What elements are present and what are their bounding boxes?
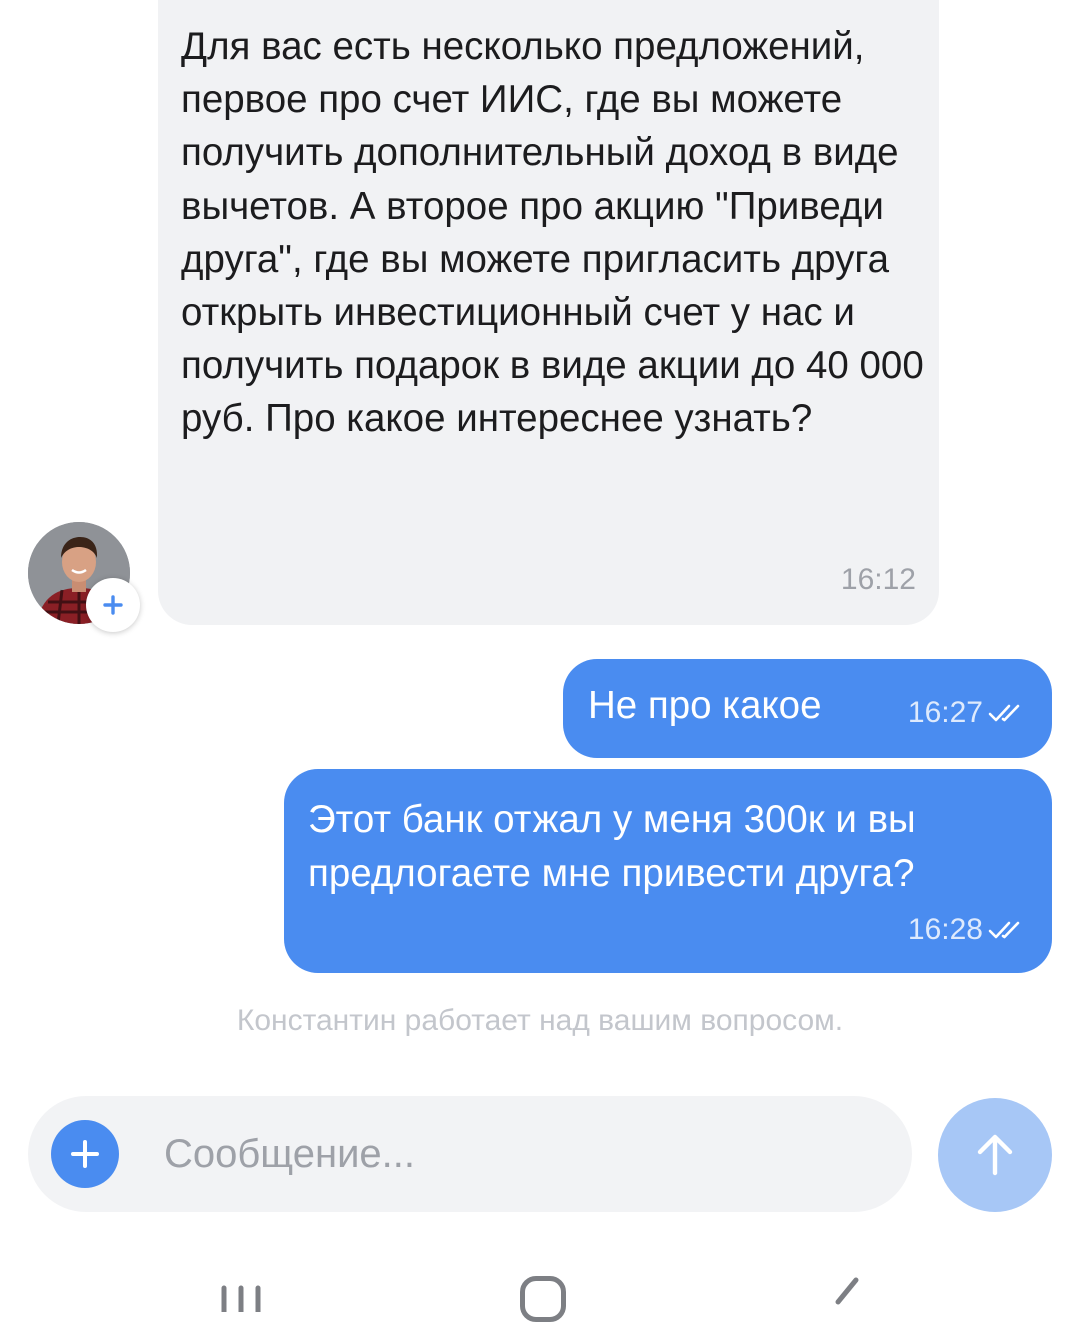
outgoing-message-time: 16:28: [907, 913, 983, 946]
outgoing-message-meta: 16:27: [908, 696, 1027, 730]
outgoing-message-bubble[interactable]: Не про какое 16:27: [563, 659, 1052, 758]
home-icon[interactable]: [520, 1276, 566, 1322]
double-check-icon: [988, 704, 1020, 722]
outgoing-message-text: Этот банк отжал у меня 300к и вы предлог…: [308, 798, 916, 895]
recents-icon[interactable]: [220, 1282, 262, 1312]
send-button[interactable]: [938, 1098, 1052, 1212]
arrow-up-icon: [977, 1134, 1013, 1176]
attach-button[interactable]: [51, 1120, 119, 1188]
outgoing-message-meta: 16:28: [908, 913, 1027, 947]
add-contact-button[interactable]: [86, 578, 140, 632]
outgoing-message-bubble[interactable]: Этот банк отжал у меня 300к и вы предлог…: [284, 769, 1052, 973]
outgoing-message-text: Не про какое: [588, 684, 822, 727]
operator-status-text: Константин работает над вашим вопросом.: [236, 1004, 844, 1037]
message-composer: [28, 1096, 912, 1212]
back-icon[interactable]: [828, 1276, 862, 1306]
incoming-message-text: Для вас есть несколько предложений, перв…: [181, 25, 924, 441]
message-input[interactable]: [164, 1124, 864, 1184]
outgoing-message-time: 16:27: [907, 696, 983, 729]
plus-icon: [103, 595, 123, 615]
incoming-message-bubble[interactable]: Для вас есть несколько предложений, перв…: [158, 0, 939, 625]
double-check-icon: [988, 921, 1020, 939]
incoming-message-time: 16:12: [840, 563, 916, 596]
plus-icon: [71, 1140, 99, 1168]
